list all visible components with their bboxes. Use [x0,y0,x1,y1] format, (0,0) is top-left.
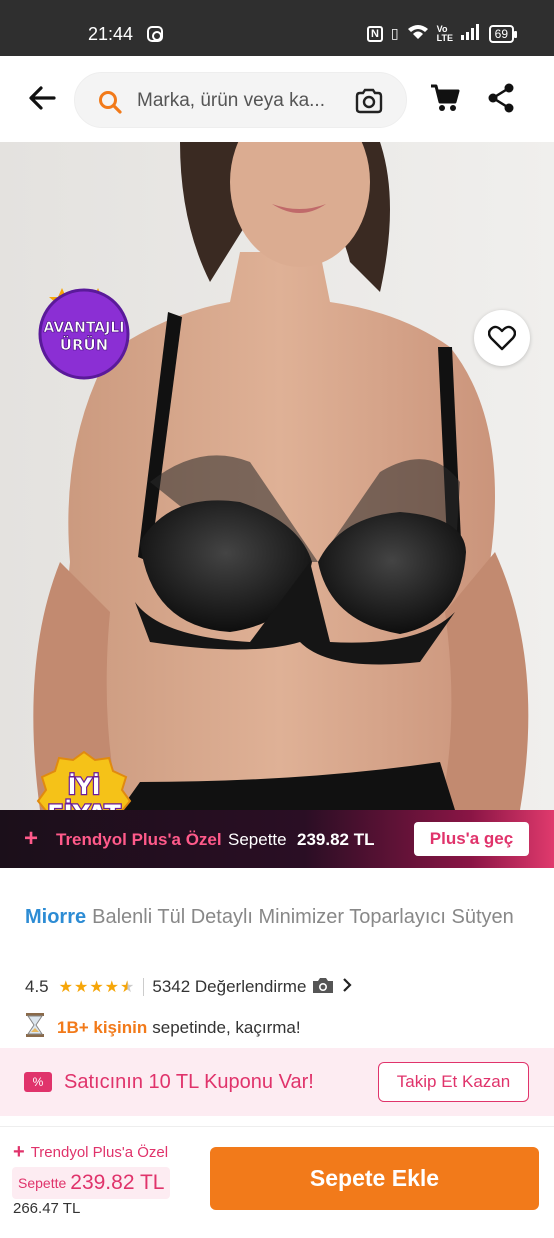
coupon-icon: % [24,1072,52,1092]
badge-fiyat-text: FİYAT [47,799,121,810]
system-icons: N ▯ Vo LTE 69 [366,23,518,43]
basket-price-value: 239.82 TL [70,1171,165,1194]
status-time: 21:44 [88,24,134,44]
product-name: Balenli Tül Detaylı Minimizer Toparlayıc… [92,906,514,928]
search-icon [97,89,123,120]
add-to-cart-button[interactable]: Sepete Ekle [210,1147,539,1210]
coupon-bar: % Satıcının 10 TL Kuponu Var! Takip Et K… [0,1048,554,1116]
plus-label: Trendyol Plus'a Özel [56,830,222,849]
plus-special-label: + Trendyol Plus'a Özel [13,1141,168,1164]
badge-iyi-text: İYİ [68,774,100,800]
signal-icon [460,24,481,43]
camera-icon[interactable] [354,87,384,120]
plus-special-text: Trendyol Plus'a Özel [30,1144,169,1161]
cart-icon[interactable] [429,82,461,119]
plus-banner: + Trendyol Plus'a Özel Sepette 239.82 TL… [0,810,554,868]
social-text: sepetinde, kaçırma! [152,1017,301,1037]
product-title: Miorre Balenli Tül Detaylı Minimizer Topa… [25,904,525,931]
rating-row[interactable]: 4.5 ★★★★★ 5342 Değerlendirme [25,975,352,999]
divider [143,978,145,996]
avantajli-urun-badge: AVANTAJLI ÜRÜN [34,284,134,385]
follow-earn-button[interactable]: Takip Et Kazan [378,1062,529,1102]
basket-price: Sepette 239.82 TL [12,1167,171,1199]
basket-label: Sepette [18,1175,67,1191]
plus-icon: + [13,1141,25,1163]
plus-price: 239.82 TL [297,830,375,849]
product-photo [0,142,554,810]
camera-icon [312,976,334,999]
review-count[interactable]: 5342 Değerlendirme [152,977,306,997]
plus-basket-label: Sepette [228,830,287,849]
plus-join-button[interactable]: Plus'a geç [414,822,529,856]
vibrate-icon: ▯ [390,25,399,41]
search-bar[interactable]: Marka, ürün veya ka... [74,72,407,128]
plus-icon: + [24,825,39,852]
chevron-right-icon[interactable] [342,977,352,998]
social-highlight: 1B+ kişinin [57,1017,148,1037]
rating-stars: ★★★★★ [58,979,136,996]
badge-text-line1: AVANTAJLI [44,320,125,336]
back-arrow-icon[interactable] [24,80,60,116]
social-proof: 1B+ kişinin sepetinde, kaçırma! [25,1013,301,1042]
iyi-fiyat-badge: İYİ FİYAT [33,750,135,810]
original-price: 266.47 TL [13,1200,81,1217]
app-bar: Marka, ürün veya ka... [0,56,554,142]
nfc-icon: N [366,25,383,42]
coupon-text: Satıcının 10 TL Kuponu Var! [64,1071,314,1093]
battery-indicator: 69 [488,24,518,43]
rating-score: 4.5 [25,977,49,996]
favorite-button[interactable] [474,310,530,366]
heart-icon [488,325,516,351]
brand-link[interactable]: Miorre [25,906,86,928]
status-bar: 21:44 N ▯ Vo LTE 69 [0,0,554,56]
product-image-gallery[interactable]: AVANTAJLI ÜRÜN İYİ FİYAT 8 [0,142,554,810]
hourglass-icon [25,1013,45,1042]
wifi-icon [407,24,429,43]
search-input[interactable]: Marka, ürün veya ka... [137,90,347,112]
bottom-bar: + Trendyol Plus'a Özel Sepette 239.82 TL… [0,1126,554,1238]
instagram-notification-icon [147,26,163,42]
badge-text-line2: ÜRÜN [60,335,108,354]
volte-label: Vo LTE [436,23,453,43]
share-icon[interactable] [486,82,516,119]
